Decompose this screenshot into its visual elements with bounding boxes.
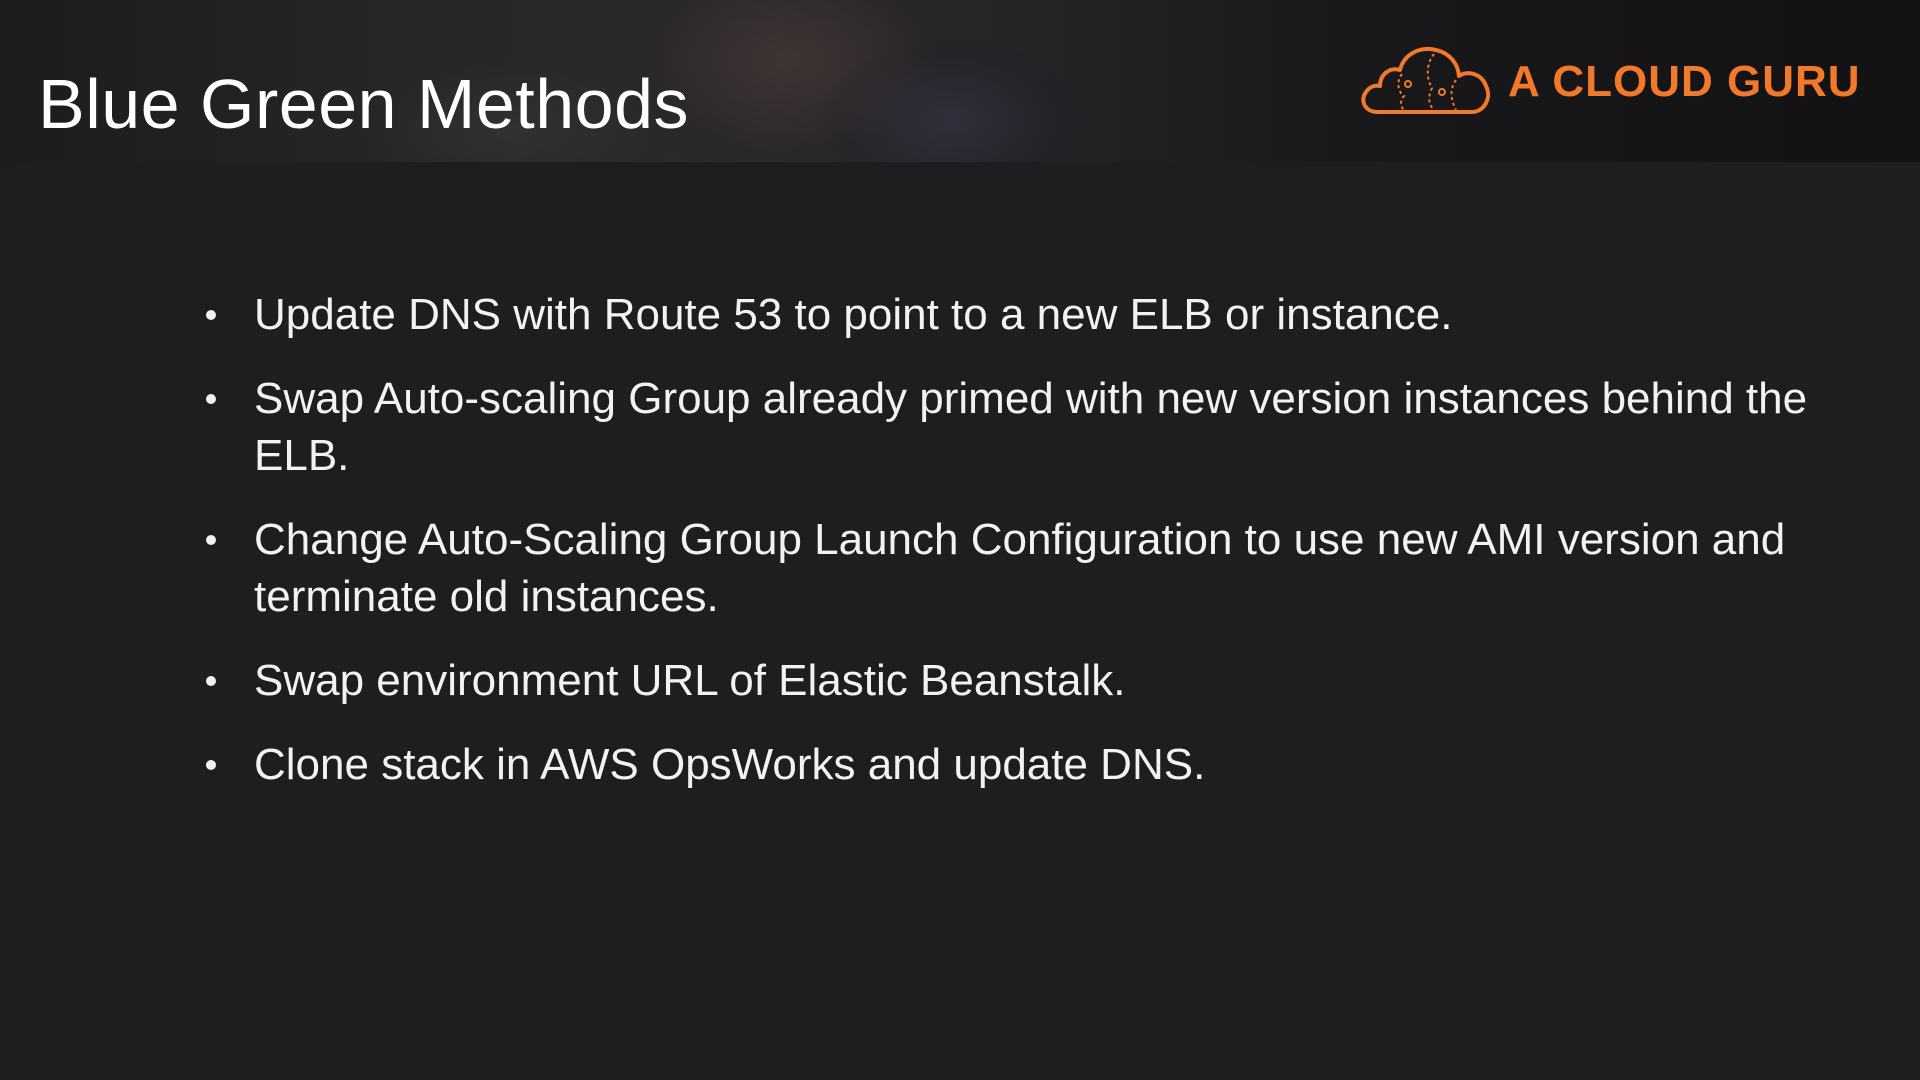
list-item: Change Auto-Scaling Group Launch Configu…: [200, 511, 1840, 625]
bullet-icon: [206, 535, 216, 545]
bullet-text: Change Auto-Scaling Group Launch Configu…: [254, 515, 1786, 621]
bullet-text: Clone stack in AWS OpsWorks and update D…: [254, 740, 1206, 789]
bullet-icon: [206, 676, 216, 686]
slide: Blue Green Methods A CLOUD GURU Update D…: [0, 0, 1920, 1080]
bullet-text: Update DNS with Route 53 to point to a n…: [254, 290, 1453, 339]
bullet-icon: [206, 310, 216, 320]
brand-name: A CLOUD GURU: [1508, 57, 1861, 106]
brand-logo: A CLOUD GURU: [1356, 40, 1861, 124]
bullet-text: Swap environment URL of Elastic Beanstal…: [254, 656, 1126, 705]
list-item: Update DNS with Route 53 to point to a n…: [200, 286, 1840, 343]
bullet-list: Update DNS with Route 53 to point to a n…: [200, 286, 1840, 820]
list-item: Clone stack in AWS OpsWorks and update D…: [200, 736, 1840, 793]
cloud-icon: [1361, 47, 1491, 114]
header-banner: Blue Green Methods A CLOUD GURU: [0, 0, 1920, 162]
bullet-icon: [206, 760, 216, 770]
bullet-icon: [206, 394, 216, 404]
slide-title: Blue Green Methods: [38, 65, 690, 143]
list-item: Swap Auto-scaling Group already primed w…: [200, 370, 1840, 484]
bullet-text: Swap Auto-scaling Group already primed w…: [254, 374, 1808, 480]
list-item: Swap environment URL of Elastic Beanstal…: [200, 652, 1840, 709]
